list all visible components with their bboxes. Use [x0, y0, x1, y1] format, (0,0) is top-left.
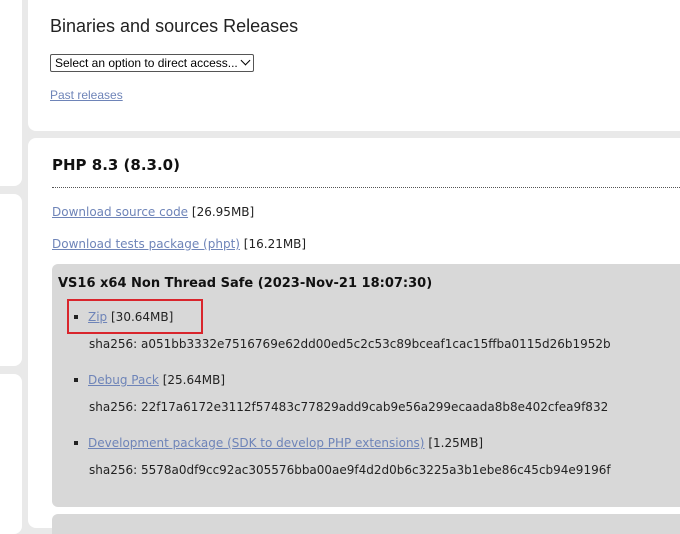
direct-access-select[interactable]: Select an option to direct access...	[50, 54, 254, 72]
source-size: [26.95MB]	[191, 205, 255, 219]
list-item-zip: Zip [30.64MB]	[74, 310, 173, 324]
dev-package-link[interactable]: Development package (SDK to develop PHP …	[88, 436, 425, 450]
dev-package-sha256: sha256: 5578a0df9cc92ac305576bba00ae9f4d…	[89, 463, 611, 477]
php-release-card: PHP 8.3 (8.3.0) Download source code [26…	[28, 138, 680, 534]
build-section: VS16 x64 Non Thread Safe (2023-Nov-21 18…	[52, 264, 680, 507]
bullet-icon	[74, 377, 78, 382]
dev-package-size: [1.25MB]	[428, 436, 483, 450]
left-card-middle	[0, 194, 22, 366]
php-version-title: PHP 8.3 (8.3.0)	[52, 156, 180, 174]
left-card-top	[0, 0, 22, 186]
debug-pack-size: [25.64MB]	[162, 373, 226, 387]
download-tests-link[interactable]: Download tests package (phpt)	[52, 237, 240, 251]
releases-title: Binaries and sources Releases	[50, 16, 299, 36]
bullet-icon	[74, 440, 78, 445]
divider	[52, 187, 680, 188]
zip-link[interactable]: Zip	[88, 310, 107, 324]
zip-size: [30.64MB]	[111, 310, 174, 324]
left-card-bottom	[0, 374, 22, 534]
build-title: VS16 x64 Non Thread Safe (2023-Nov-21 18…	[58, 276, 433, 291]
tests-download-line: Download tests package (phpt) [16.21MB]	[52, 237, 306, 251]
past-releases-link[interactable]: Past releases	[50, 88, 123, 102]
source-download-line: Download source code [26.95MB]	[52, 205, 254, 219]
debug-pack-sha256: sha256: 22f17a6172e3112f57483c77829add9c…	[89, 400, 609, 414]
left-column	[0, 0, 22, 534]
zip-sha256: sha256: a051bb3332e7516769e62dd00ed5c2c5…	[89, 337, 611, 351]
tests-size: [16.21MB]	[243, 237, 307, 251]
debug-pack-link[interactable]: Debug Pack	[88, 373, 159, 387]
download-source-link[interactable]: Download source code	[52, 205, 188, 219]
bullet-icon	[74, 314, 78, 319]
list-item-dev-package: Development package (SDK to develop PHP …	[74, 436, 483, 450]
next-build-section	[52, 514, 680, 534]
releases-card: Binaries and sources Releases Select an …	[28, 0, 680, 131]
list-item-debug-pack: Debug Pack [25.64MB]	[74, 373, 225, 387]
chevron-down-icon	[240, 55, 251, 66]
direct-access-select-value: Select an option to direct access...	[55, 56, 238, 70]
